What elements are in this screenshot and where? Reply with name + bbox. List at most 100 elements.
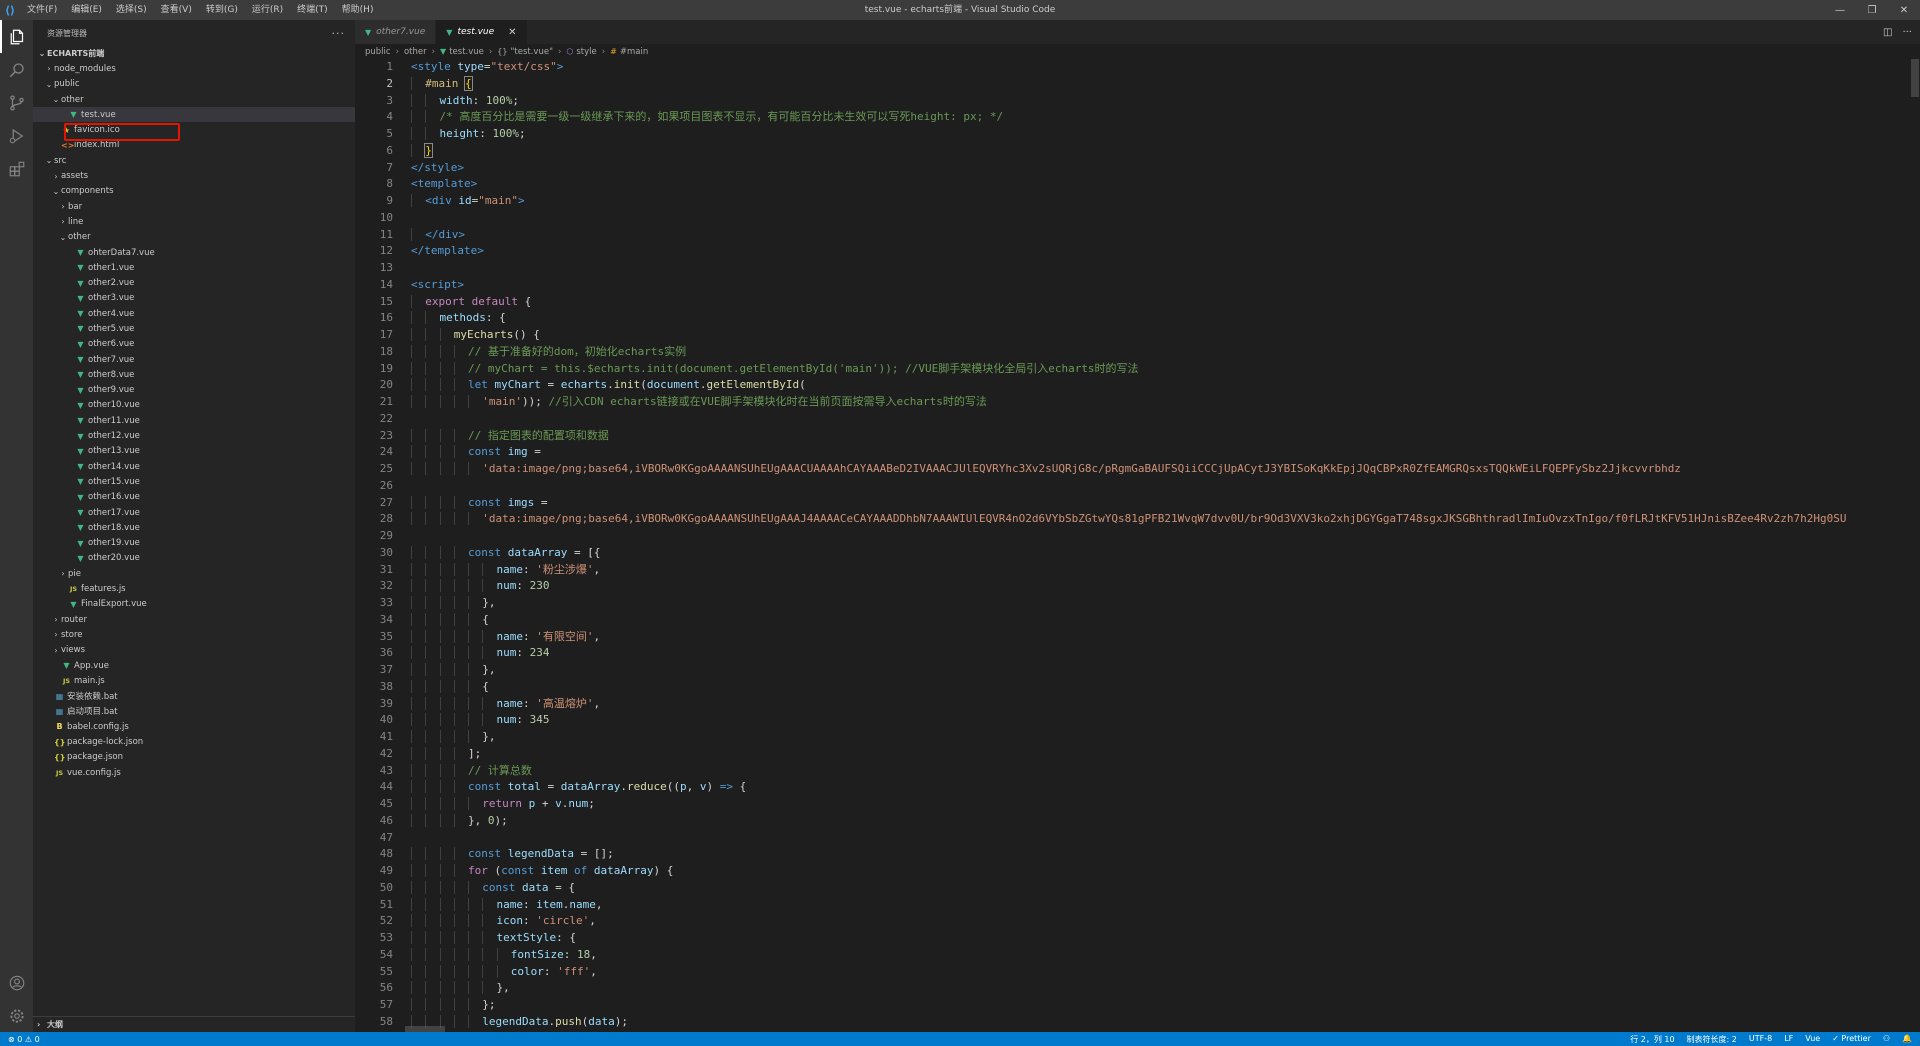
code-line[interactable]: 33 }, (355, 595, 1920, 612)
tree-item[interactable]: ★ favicon.ico (33, 122, 355, 137)
code-line[interactable]: 43 // 计算总数 (355, 763, 1920, 780)
code-line[interactable]: 2 #main { (355, 75, 1920, 93)
status-item[interactable]: UTF-8 (1749, 1034, 1772, 1045)
code-line[interactable]: 28 'data:image/png;base64,iVBORw0KGgoAAA… (355, 511, 1920, 528)
code-line[interactable]: 7 </style> (355, 160, 1920, 177)
status-item[interactable]: 制表符长度: 2 (1687, 1034, 1737, 1045)
code-line[interactable]: 13 (355, 260, 1920, 277)
code-line[interactable]: 24 const img = (355, 444, 1920, 461)
tree-item[interactable]: ▼ other1.vue (33, 260, 355, 275)
run-debug-icon[interactable] (0, 119, 33, 152)
tree-item[interactable]: ▼ other6.vue (33, 337, 355, 352)
code-line[interactable]: 1 <style type="text/css"> (355, 59, 1920, 76)
breadcrumb-item[interactable]: {} "test.vue" (497, 47, 553, 57)
code-line[interactable]: 27 const imgs = (355, 495, 1920, 512)
code-line[interactable]: 56 }, (355, 980, 1920, 997)
outline-section[interactable]: › 大纲 (33, 1016, 355, 1032)
code-line[interactable]: 25 'data:image/png;base64,iVBORw0KGgoAAA… (355, 461, 1920, 478)
code-line[interactable]: 29 (355, 528, 1920, 545)
code-line[interactable]: 10 (355, 210, 1920, 227)
tree-item[interactable]: ▼ other12.vue (33, 428, 355, 443)
tree-item[interactable]: ▼ ohterData7.vue (33, 245, 355, 260)
code-line[interactable]: 18 // 基于准备好的dom，初始化echarts实例 (355, 344, 1920, 361)
code-line[interactable]: 3 width: 100%; (355, 93, 1920, 110)
tree-item[interactable]: › router (33, 612, 355, 627)
breadcrumb-item[interactable]: other (404, 47, 427, 57)
tree-item[interactable]: ▼ other19.vue (33, 536, 355, 551)
code-line[interactable]: 51 name: item.name, (355, 897, 1920, 914)
menu-item[interactable]: 转到(G) (199, 0, 245, 20)
extensions-icon[interactable] (0, 152, 33, 185)
code-line[interactable]: 5 height: 100%; (355, 126, 1920, 143)
tree-item[interactable]: JS main.js (33, 673, 355, 688)
minimize-icon[interactable]: — (1824, 0, 1856, 20)
status-item[interactable]: ⚇ (1883, 1034, 1890, 1045)
tree-item[interactable]: ▼ other14.vue (33, 459, 355, 474)
more-actions-icon[interactable]: ··· (1902, 27, 1912, 38)
close-icon[interactable]: ✕ (1888, 0, 1920, 20)
code-line[interactable]: 9 <div id="main"> (355, 193, 1920, 210)
code-line[interactable]: 6 } (355, 142, 1920, 160)
vertical-scrollbar[interactable] (1910, 59, 1920, 1032)
search-icon[interactable] (0, 53, 33, 86)
tree-item[interactable]: <> index.html (33, 138, 355, 153)
tree-item[interactable]: ▼ other2.vue (33, 275, 355, 290)
code-line[interactable]: 37 }, (355, 662, 1920, 679)
code-line[interactable]: 15 export default { (355, 294, 1920, 311)
breadcrumb-item[interactable]: # #main (610, 47, 648, 57)
restore-icon[interactable]: ❐ (1856, 0, 1888, 20)
tree-item[interactable]: ▼ other18.vue (33, 520, 355, 535)
code-line[interactable]: 46 }, 0); (355, 813, 1920, 830)
tree-item[interactable]: › pie (33, 566, 355, 581)
tree-item[interactable]: › store (33, 627, 355, 642)
source-control-icon[interactable] (0, 86, 33, 119)
breadcrumb-item[interactable]: ▼ test.vue (440, 47, 484, 57)
tree-item[interactable]: ⌄ ECHARTS前端 (33, 46, 355, 61)
tree-item[interactable]: ▼ other4.vue (33, 306, 355, 321)
tree-item[interactable]: ▼ other16.vue (33, 490, 355, 505)
status-item[interactable]: ✓ Prettier (1832, 1034, 1871, 1045)
tree-item[interactable]: ▼ other7.vue (33, 352, 355, 367)
code-line[interactable]: 17 myEcharts() { (355, 327, 1920, 344)
code-line[interactable]: 26 (355, 478, 1920, 495)
tree-item[interactable]: › views (33, 643, 355, 658)
code-line[interactable]: 32 num: 230 (355, 578, 1920, 595)
tree-item[interactable]: › line (33, 214, 355, 229)
tree-item[interactable]: ▼ FinalExport.vue (33, 597, 355, 612)
split-editor-icon[interactable]: ◫ (1883, 27, 1892, 38)
code-line[interactable]: 58 legendData.push(data); (355, 1014, 1920, 1031)
code-line[interactable]: 8 <template> (355, 176, 1920, 193)
tree-item[interactable]: ▼ other13.vue (33, 444, 355, 459)
tree-item[interactable]: ▼ other17.vue (33, 505, 355, 520)
code-line[interactable]: 38 { (355, 679, 1920, 696)
tree-item[interactable]: › node_modules (33, 61, 355, 76)
menu-item[interactable]: 编辑(E) (64, 0, 109, 20)
code-line[interactable]: 4 /* 高度百分比是需要一级一级继承下来的，如果项目图表不显示，有可能百分比未… (355, 109, 1920, 126)
tree-item[interactable]: ▦ 安装依赖.bat (33, 688, 355, 703)
menu-item[interactable]: 选择(S) (109, 0, 154, 20)
code-line[interactable]: 41 }, (355, 729, 1920, 746)
code-line[interactable]: 11 </div> (355, 227, 1920, 244)
account-icon[interactable] (0, 966, 33, 999)
tree-item[interactable]: ⌄ public (33, 77, 355, 92)
code-line[interactable]: 55 color: 'fff', (355, 964, 1920, 981)
menu-item[interactable]: 文件(F) (20, 0, 64, 20)
code-line[interactable]: 57 }; (355, 997, 1920, 1014)
tree-item[interactable]: ▼ other11.vue (33, 413, 355, 428)
breadcrumb-item[interactable]: public (365, 47, 391, 57)
menu-item[interactable]: 终端(T) (290, 0, 335, 20)
code-line[interactable]: 23 // 指定图表的配置项和数据 (355, 428, 1920, 445)
code-line[interactable]: 22 (355, 411, 1920, 428)
code-line[interactable]: 34 { (355, 612, 1920, 629)
status-item[interactable]: 行 2，列 10 (1630, 1034, 1674, 1045)
tree-item[interactable]: ▼ other15.vue (33, 474, 355, 489)
tree-item[interactable]: ▼ other20.vue (33, 551, 355, 566)
code-line[interactable]: 44 const total = dataArray.reduce((p, v)… (355, 779, 1920, 796)
close-tab-icon[interactable]: ✕ (508, 27, 516, 38)
tree-item[interactable]: {} package-lock.json (33, 734, 355, 749)
menu-item[interactable]: 运行(R) (245, 0, 290, 20)
tree-item[interactable]: ⌄ other (33, 92, 355, 107)
code-line[interactable]: 12 </template> (355, 243, 1920, 260)
code-line[interactable]: 14 <script> (355, 277, 1920, 294)
code-line[interactable]: 20 let myChart = echarts.init(document.g… (355, 377, 1920, 394)
